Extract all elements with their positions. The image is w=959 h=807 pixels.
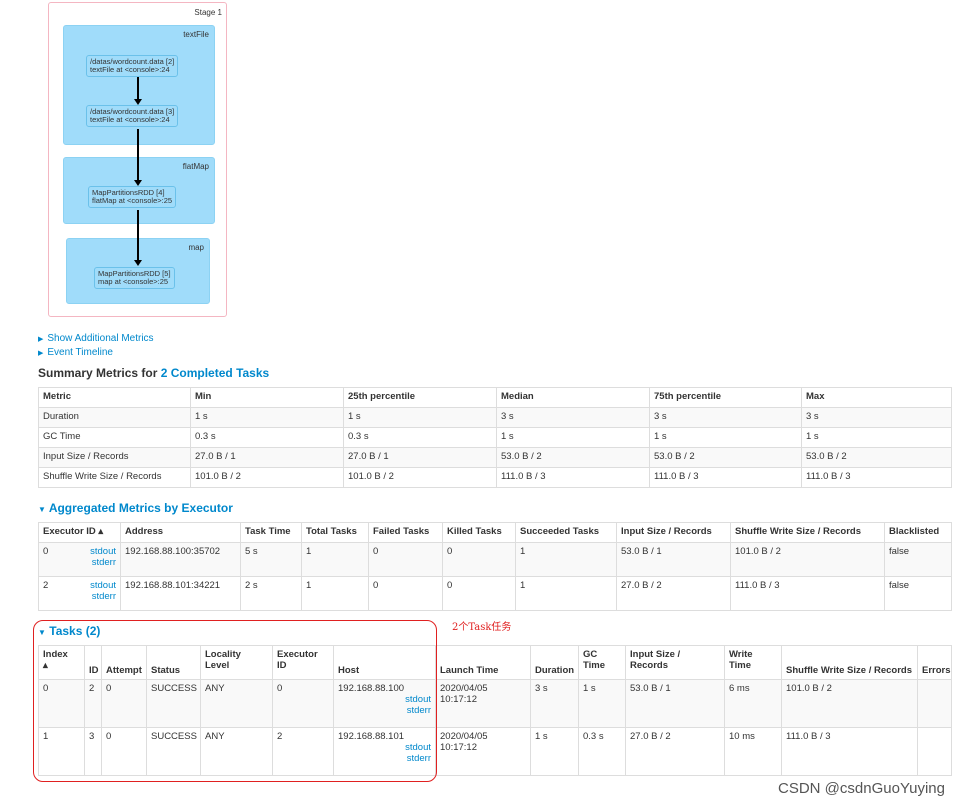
table-header[interactable]: Shuffle Write Size / Records xyxy=(730,522,885,543)
executor-metrics-table: Executor ID ▴ Address Task Time Total Ta… xyxy=(38,522,952,611)
table-header[interactable]: 75th percentile xyxy=(649,387,802,408)
watermark: CSDN @csdnGuoYuying xyxy=(778,780,945,797)
event-timeline-link[interactable]: ▶ Event Timeline xyxy=(38,347,113,358)
stderr-link[interactable]: stderr xyxy=(90,591,116,602)
table-header[interactable]: Input Size / Records xyxy=(616,522,731,543)
rdd-node-callsite: textFile at <console>:24 xyxy=(90,115,170,124)
completed-tasks-link[interactable]: 2 Completed Tasks xyxy=(161,366,269,380)
table-header[interactable]: Max xyxy=(801,387,952,408)
table-header[interactable]: Min xyxy=(190,387,344,408)
summary-metrics-table: Metric Min 25th percentile Median 75th p… xyxy=(38,387,952,488)
stage-label: Stage 1 xyxy=(194,8,222,17)
table-header[interactable]: 25th percentile xyxy=(343,387,497,408)
table-header[interactable]: Succeeded Tasks xyxy=(515,522,617,543)
rdd-node-callsite: flatMap at <console>:25 xyxy=(92,196,173,205)
show-additional-metrics-link[interactable]: ▶ Show Additional Metrics xyxy=(38,333,154,344)
table-header[interactable]: Input Size / Records xyxy=(625,645,725,680)
expand-arrow-icon: ▶ xyxy=(38,336,44,343)
table-row: GC Time 0.3 s 0.3 s1 s1 s1 s xyxy=(38,427,952,448)
rdd-node[interactable]: MapPartitionsRDD [5] map at <console>:25 xyxy=(94,267,175,289)
table-header[interactable]: Blacklisted xyxy=(884,522,952,543)
table-header[interactable]: Write Time xyxy=(724,645,782,680)
dag-edge xyxy=(137,210,139,263)
table-header[interactable]: Killed Tasks xyxy=(442,522,516,543)
table-header[interactable]: Errors xyxy=(917,645,952,680)
highlight-box xyxy=(33,620,437,782)
dag-arrow-icon xyxy=(134,260,142,266)
cluster-label: flatMap xyxy=(182,162,209,171)
rdd-node[interactable]: /datas/wordcount.data [3] textFile at <c… xyxy=(86,105,179,127)
annotation-text: 2个Task任务 xyxy=(452,622,512,633)
rdd-node-callsite: textFile at <console>:24 xyxy=(90,65,170,74)
table-header[interactable]: Address xyxy=(120,522,241,543)
table-header[interactable]: Metric xyxy=(38,387,191,408)
rdd-node[interactable]: /datas/wordcount.data [2] textFile at <c… xyxy=(86,55,179,77)
stage-dag: Stage 1 textFile /datas/wordcount.data [… xyxy=(48,2,227,317)
table-header[interactable]: GC Time xyxy=(578,645,626,680)
table-header[interactable]: Shuffle Write Size / Records xyxy=(781,645,918,680)
rdd-node[interactable]: MapPartitionsRDD [4] flatMap at <console… xyxy=(88,186,177,208)
table-header[interactable]: Duration xyxy=(530,645,579,680)
expand-arrow-icon: ▶ xyxy=(38,350,44,357)
aggregated-metrics-toggle[interactable]: ▼ Aggregated Metrics by Executor xyxy=(38,501,233,515)
collapse-arrow-icon: ▼ xyxy=(38,505,46,514)
cluster-textfile[interactable]: textFile /datas/wordcount.data [2] textF… xyxy=(63,25,215,145)
table-row: 2 stdout stderr 192.168.88.101:34221 2 s… xyxy=(38,576,952,611)
stdout-link[interactable]: stdout xyxy=(90,546,116,557)
dag-edge xyxy=(137,129,139,182)
stdout-link[interactable]: stdout xyxy=(90,580,116,591)
table-header[interactable]: Executor ID ▴ xyxy=(38,522,121,543)
table-row: Input Size / Records 27.0 B / 1 27.0 B / 1… xyxy=(38,447,952,468)
dag-edge xyxy=(137,77,139,101)
summary-metrics-heading: Summary Metrics for 2 Completed Tasks xyxy=(38,366,270,380)
rdd-node-callsite: map at <console>:25 xyxy=(98,277,169,286)
cluster-flatmap[interactable]: flatMap MapPartitionsRDD [4] flatMap at … xyxy=(63,157,215,224)
table-header[interactable]: Launch Time xyxy=(435,645,531,680)
table-row: Duration 1 s1 s3 s3 s3 s xyxy=(38,407,952,428)
table-header[interactable]: Median xyxy=(496,387,650,408)
table-header[interactable]: Total Tasks xyxy=(301,522,369,543)
table-header[interactable]: Failed Tasks xyxy=(368,522,443,543)
cluster-label: textFile xyxy=(183,30,209,39)
dag-arrow-icon xyxy=(134,99,142,105)
cluster-label: map xyxy=(188,243,204,252)
stderr-link[interactable]: stderr xyxy=(90,557,116,568)
dag-arrow-icon xyxy=(134,180,142,186)
table-header[interactable]: Task Time xyxy=(240,522,302,543)
table-row: Shuffle Write Size / Records 101.0 B / 21… xyxy=(38,467,952,488)
table-row: 0 stdout stderr 192.168.88.100:35702 5 s… xyxy=(38,542,952,577)
